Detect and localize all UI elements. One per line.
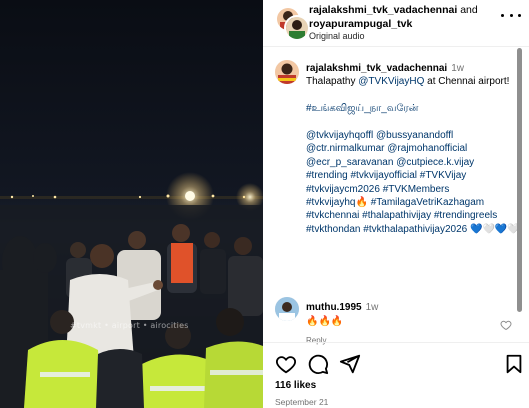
comment-icon[interactable] [307, 353, 329, 375]
scrollbar[interactable] [517, 48, 522, 312]
comment-time: 1w [365, 302, 379, 313]
like-comment-icon[interactable] [500, 319, 512, 331]
caption-username[interactable]: rajalakshmi_tvk_vadachennai [306, 63, 447, 74]
caption-text: rajalakshmi_tvk_vadachennai 1w Thalapathy… [306, 62, 521, 236]
collab-line: rajalakshmi_tvk_vadachennai and [309, 4, 478, 16]
avatar[interactable] [275, 297, 299, 321]
audio-label[interactable]: Original audio [309, 31, 365, 41]
hashtags-links[interactable]: #trending #tvkvijayofficial #TVKVijay #t… [306, 169, 521, 196]
caption-time: 1w [451, 63, 464, 74]
avatar[interactable] [275, 60, 299, 84]
post-date: September 21 [275, 397, 329, 407]
comment-username[interactable]: muthu.1995 [306, 302, 362, 313]
collab-joiner: and [460, 4, 478, 16]
mention-link[interactable]: @TVKVijayHQ [358, 76, 424, 87]
mentions-links[interactable]: @tvkvijayhqoffl @bussyanandoffl @ctr.nir… [306, 129, 521, 169]
caption-text-part: at Chennai airport! [424, 76, 510, 88]
reply-button[interactable]: Reply [306, 336, 326, 345]
comment-text: muthu.1995 1w 🔥🔥🔥 [306, 301, 378, 328]
more-options-icon[interactable] [501, 8, 521, 22]
instagram-post-view: #tvmkt • airport • airocities rajalakshm… [0, 0, 529, 408]
comment-body: 🔥🔥🔥 [306, 315, 344, 327]
coauthor-username[interactable]: royapurampugal_tvk [309, 18, 412, 30]
save-icon[interactable] [503, 353, 525, 375]
action-bar [275, 353, 525, 375]
post-header: rajalakshmi_tvk_vadachennai and royapura… [263, 0, 529, 47]
heart-emojis: 💙🤍💙🤍 [470, 223, 520, 235]
hashtag-link[interactable]: #உங்கவிஜய்_நா_வரேன் [306, 102, 521, 115]
video-frame [0, 0, 263, 408]
divider [263, 342, 529, 343]
avatar[interactable] [284, 15, 310, 41]
caption-text-part: Thalapathy [306, 76, 359, 88]
author-username[interactable]: rajalakshmi_tvk_vadachennai [309, 4, 457, 16]
reel-video[interactable]: #tvmkt • airport • airocities [0, 0, 263, 408]
video-watermark: #tvmkt • airport • airocities [70, 321, 189, 330]
share-icon[interactable] [339, 353, 361, 375]
collab-avatars[interactable] [275, 6, 310, 41]
fire-emoji: 🔥 [355, 197, 368, 209]
post-sidebar: rajalakshmi_tvk_vadachennai and royapura… [263, 0, 529, 408]
like-icon[interactable] [275, 353, 297, 375]
likes-count[interactable]: 116 likes [275, 380, 316, 391]
hashtag-link[interactable]: #tvkvijayhq [306, 197, 355, 208]
caption-line: Thalapathy @TVKVijayHQ at Chennai airpor… [306, 75, 521, 88]
